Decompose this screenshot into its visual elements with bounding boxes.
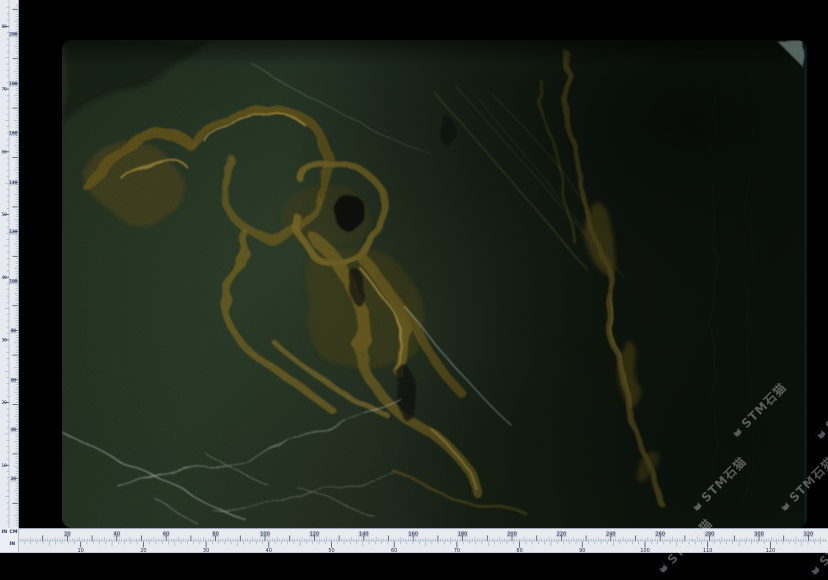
ruler-label: 200 <box>507 532 517 538</box>
ruler-label: 120 <box>310 532 320 538</box>
vertical-ruler-cm-header: CM <box>10 531 18 536</box>
ruler-label: 180 <box>458 532 468 538</box>
ruler-label: 160 <box>408 532 418 538</box>
ruler-label: 80 <box>11 328 17 333</box>
ruler-label: 80 <box>516 548 522 553</box>
ruler-label: 300 <box>754 532 764 538</box>
ruler-label: 10 <box>78 548 84 553</box>
ruler-label: 40 <box>114 532 120 538</box>
ruler-label: 220 <box>557 532 567 538</box>
ruler-label: 120 <box>9 229 17 234</box>
ruler-label: 80 <box>212 532 218 538</box>
ruler-label: 100 <box>260 532 270 538</box>
ruler-label: 60 <box>391 548 397 553</box>
ruler-label: 40 <box>11 427 17 432</box>
horizontal-ruler: 20 40 60 80 100 120 140 160 180 200 220 240 260 280 30… <box>0 528 828 553</box>
ruler-label: 20 <box>11 476 17 481</box>
ruler-label: 40 <box>2 275 8 280</box>
watermark: STM石猫 <box>811 381 828 444</box>
ruler-label: 60 <box>163 532 169 538</box>
ruler-label: 100 <box>9 279 17 284</box>
ruler-label: 20 <box>64 532 70 538</box>
ruler-label: 100 <box>640 548 650 553</box>
ruler-label: 80 <box>2 24 8 29</box>
ruler-label: 20 <box>2 400 8 405</box>
vertical-ruler: 20 40 60 80 100 120 140 160 180 200 10 20 30 40 50 60 70… <box>0 0 19 528</box>
ruler-label: 120 <box>766 548 776 553</box>
watermark-text: STM石猫 <box>821 381 828 434</box>
cat-logo-icon <box>806 562 823 579</box>
ruler-label: 70 <box>2 87 8 92</box>
ruler-label: 60 <box>11 377 17 382</box>
ruler-label: 20 <box>140 548 146 553</box>
vertical-ruler-in-header: IN <box>2 531 8 536</box>
ruler-label: 30 <box>203 548 209 553</box>
ruler-label: 160 <box>9 130 17 135</box>
cat-logo-icon <box>654 560 671 577</box>
ruler-label: 140 <box>359 532 369 538</box>
ruler-label: 320 <box>804 532 814 538</box>
stone-slab-image[interactable] <box>62 40 807 528</box>
ruler-label: 110 <box>703 548 713 553</box>
ruler-label: 70 <box>454 548 460 553</box>
ruler-label: 140 <box>9 180 17 185</box>
ruler-label: 240 <box>606 532 616 538</box>
ruler-label: 260 <box>655 532 665 538</box>
ruler-label: 50 <box>328 548 334 553</box>
ruler-label: 280 <box>705 532 715 538</box>
cat-logo-icon <box>812 426 828 443</box>
slab-photo-canvas <box>62 40 807 528</box>
ruler-label: 180 <box>9 81 17 86</box>
ruler-label: 40 <box>266 548 272 553</box>
ruler-label: 50 <box>2 212 8 217</box>
ruler-label: 30 <box>2 338 8 343</box>
ruler-label: 60 <box>2 149 8 154</box>
ruler-label: 200 <box>9 32 17 37</box>
ruler-label: 90 <box>579 548 585 553</box>
ruler-unit-corner: IN CM IN <box>0 528 19 552</box>
ruler-label: 10 <box>2 463 8 468</box>
horizontal-ruler-in-header: IN <box>10 543 16 548</box>
slab-viewer-stage: 20 40 60 80 100 120 140 160 180 200 10 20 30 40 50 60 70… <box>0 0 828 552</box>
